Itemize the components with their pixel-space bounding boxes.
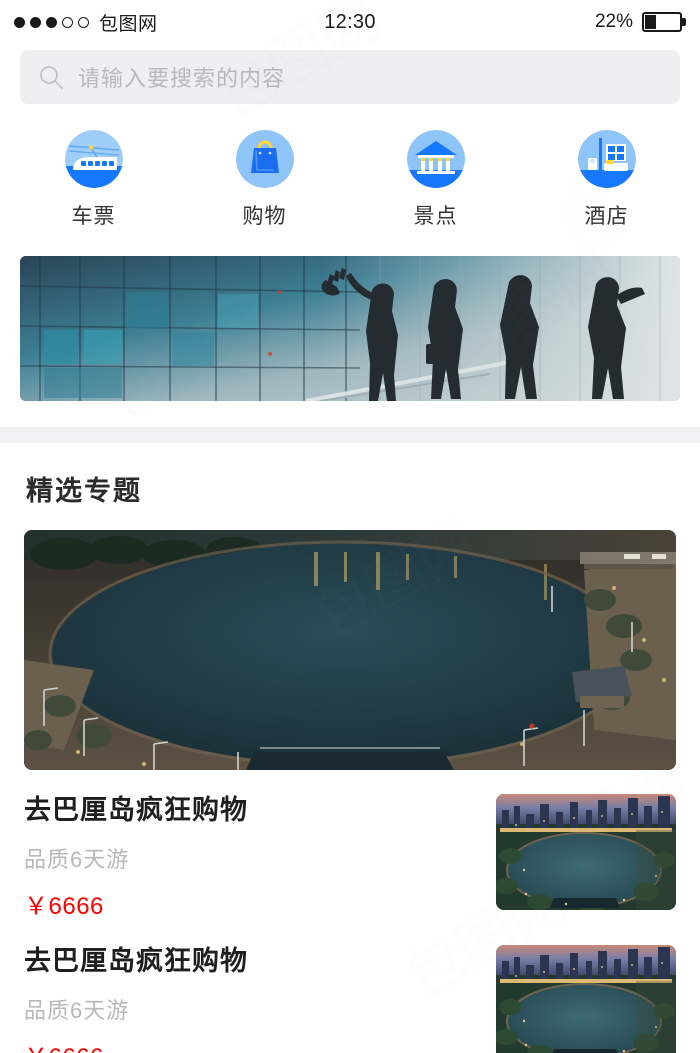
landmark-icon — [406, 130, 465, 188]
train-icon — [64, 130, 123, 188]
search-bar[interactable]: 请输入要搜索的内容 — [20, 50, 680, 104]
quick-nav-item-attractions[interactable]: 景点 — [350, 130, 521, 230]
search-section: 请输入要搜索的内容 — [0, 44, 700, 104]
list-item-subtitle: 品质6天游 — [24, 997, 130, 1023]
quick-nav: 车票 购物 景点 酒店 — [0, 104, 700, 230]
list-item-text: 去巴厘岛疯狂购物 品质6天游 ￥6666 — [24, 943, 248, 1053]
status-bar: 包图网 12:30 22% — [0, 0, 700, 44]
banner-image[interactable] — [20, 256, 680, 401]
battery-fill — [645, 15, 656, 29]
signal-dot-3 — [46, 16, 57, 28]
signal-dot-2 — [30, 16, 41, 28]
signal-strength-icon — [14, 16, 89, 28]
list-item-thumbnail[interactable] — [496, 794, 676, 910]
quick-nav-label-attractions: 景点 — [413, 205, 458, 228]
status-bar-left: 包图网 — [14, 9, 158, 36]
list-item-price: ￥6666 — [24, 1037, 248, 1053]
carrier-label: 包图网 — [99, 13, 158, 35]
app-root: 包图网 12:30 22% 请输入要搜索的内容 车票 购物 景点 酒店 精选专题… — [0, 0, 700, 1053]
list-item-title: 去巴厘岛疯狂购物 — [24, 945, 248, 976]
search-icon — [38, 64, 64, 90]
banner-section — [0, 230, 700, 401]
status-bar-clock: 12:30 — [324, 10, 376, 33]
quick-nav-item-shopping[interactable]: 购物 — [179, 130, 350, 230]
hotel-icon — [577, 130, 636, 188]
shopping-bag-icon — [235, 130, 294, 188]
battery-icon — [642, 12, 686, 32]
list-item-title: 去巴厘岛疯狂购物 — [24, 795, 248, 825]
quick-nav-item-train[interactable]: 车票 — [8, 130, 179, 230]
section-divider — [0, 427, 700, 443]
quick-nav-label-hotel: 酒店 — [584, 205, 629, 228]
featured-list: 去巴厘岛疯狂购物 品质6天游 ￥6666 去巴厘岛疯狂购物 品质6天游 — [0, 770, 700, 1053]
list-item-text: 去巴厘岛疯狂购物 品质6天游 ￥6666 — [24, 792, 248, 921]
status-bar-right: 22% — [595, 11, 686, 33]
quick-nav-label-shopping: 购物 — [242, 205, 287, 228]
signal-dot-1 — [14, 16, 25, 28]
page-title: 精选专题 — [26, 476, 142, 506]
quick-nav-item-hotel[interactable]: 酒店 — [521, 130, 692, 230]
signal-dot-5 — [78, 16, 89, 28]
hero-section — [0, 508, 700, 770]
list-item-subtitle: 品质6天游 — [24, 846, 130, 872]
list-item[interactable]: 去巴厘岛疯狂购物 品质6天游 ￥6666 — [24, 921, 676, 1053]
hero-image[interactable] — [24, 530, 676, 770]
battery-cap — [682, 18, 686, 26]
signal-dot-4 — [62, 16, 73, 28]
list-item[interactable]: 去巴厘岛疯狂购物 品质6天游 ￥6666 — [24, 770, 676, 921]
search-input[interactable]: 请输入要搜索的内容 — [78, 61, 285, 93]
quick-nav-label-train: 车票 — [71, 205, 116, 228]
list-item-price: ￥6666 — [24, 892, 104, 920]
list-item-thumbnail[interactable] — [496, 944, 676, 1053]
battery-percent-label: 22% — [594, 11, 633, 32]
